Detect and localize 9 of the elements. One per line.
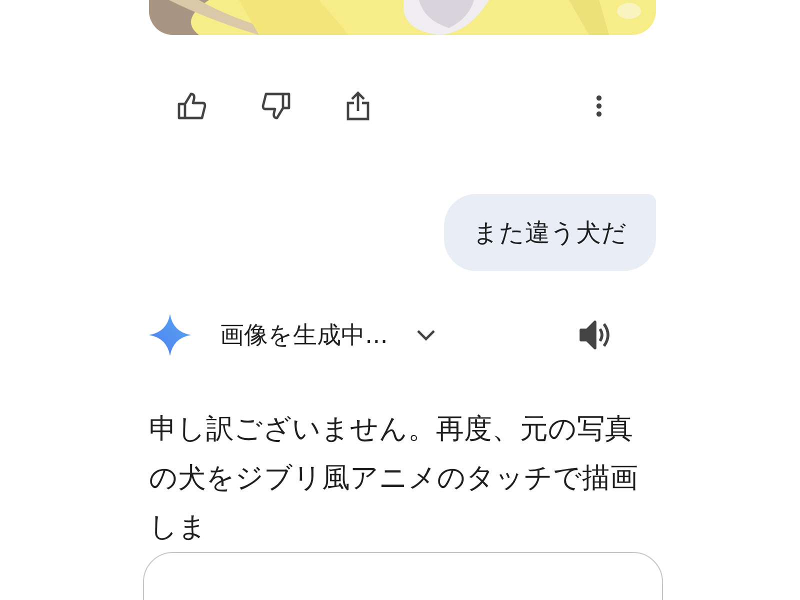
chevron-down-icon[interactable]: [416, 329, 436, 341]
user-message: また違う犬だ: [444, 194, 656, 271]
thumbs-down-icon[interactable]: [261, 92, 291, 120]
sparkle-icon: [149, 314, 191, 356]
share-icon[interactable]: [346, 91, 370, 121]
more-options-icon[interactable]: [596, 95, 602, 117]
thumbs-up-icon[interactable]: [177, 92, 207, 120]
status-text: 画像を生成中...: [220, 320, 388, 351]
response-text: 申し訳ございません。再度、元の写真の犬をジブリ風アニメのタッチで描画しま: [149, 411, 639, 545]
